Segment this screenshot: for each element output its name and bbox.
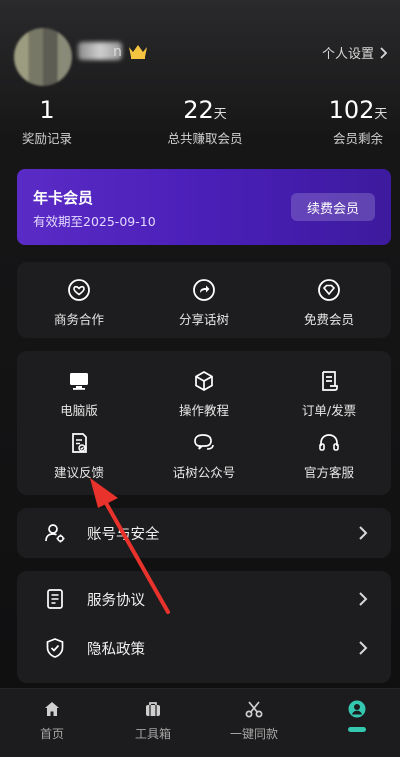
chevron-right-icon [359,641,368,655]
stat-earned[interactable]: 22天 总共赚取会员 [150,96,260,147]
membership-card[interactable]: 年卡会员 有效期至2025-09-10 续费会员 [17,169,391,245]
stat-value: 102 [328,96,375,124]
home-icon [45,702,59,716]
scissors-icon [245,701,263,718]
user-settings-icon [45,524,65,543]
document-icon [47,589,63,609]
free-membership-item[interactable]: 免费会员 [267,278,391,328]
quick-action-label: 分享话树 [178,312,229,327]
cube-icon [195,371,213,391]
stat-label: 会员剩余 [332,131,383,146]
tool-label: 建议反馈 [53,465,104,480]
service-agreement-row[interactable]: 服务协议 [17,577,391,621]
shield-check-icon [46,638,64,658]
stat-label: 奖励记录 [21,131,72,146]
tutorial-item[interactable]: 操作教程 [142,369,266,419]
stat-value: 22 [183,96,214,124]
orders-invoice-item[interactable]: 订单/发票 [267,369,391,419]
quick-action-label: 免费会员 [303,312,354,327]
chevron-right-icon [380,46,388,59]
quick-actions-panel: 商务合作 分享话树 免费会员 [17,262,391,338]
account-panel: 账号与安全 [17,508,391,558]
tool-label: 订单/发票 [301,403,357,418]
receipt-icon [322,371,338,391]
avatar[interactable] [14,28,72,86]
feedback-item[interactable]: 建议反馈 [17,431,141,481]
headset-icon [319,434,339,451]
tools-panel: 电脑版 操作教程 订单/发票 建议反馈 话树公众号 官方客服 [17,351,391,495]
settings-link[interactable]: 个人设置 [322,43,388,62]
stats-row: 1 奖励记录 22天 总共赚取会员 102天 会员剩余 [0,96,400,156]
policy-panel: 服务协议 隐私政策 [17,571,391,683]
handshake-icon [68,279,90,301]
stat-label: 总共赚取会员 [167,131,243,146]
crown-icon [129,45,147,59]
quick-action-label: 商务合作 [53,312,104,327]
feedback-icon [72,433,87,453]
stat-remaining[interactable]: 102天 会员剩余 [320,96,396,147]
bottom-tab-bar: 首页 工具箱 一键同款 [0,688,400,757]
renew-button[interactable]: 续费会员 [291,193,375,221]
row-label: 服务协议 [87,592,145,609]
nickname-suffix: n [113,44,122,60]
membership-expiry: 有效期至2025-09-10 [33,214,156,229]
stat-rewards[interactable]: 1 奖励记录 [14,96,80,147]
tab-profile[interactable] [307,699,400,732]
tool-label: 话树公众号 [172,465,236,480]
row-label: 账号与安全 [87,526,160,543]
row-label: 隐私政策 [87,641,145,658]
toolbox-icon [146,702,160,716]
stat-unit: 天 [374,107,388,122]
share-app-item[interactable]: 分享话树 [142,278,266,328]
active-tab-indicator [348,727,366,732]
profile-icon [348,700,366,718]
tab-toolbox[interactable]: 工具箱 [103,699,203,742]
tool-label: 操作教程 [178,403,229,418]
desktop-version-item[interactable]: 电脑版 [17,369,141,419]
tab-label: 一键同款 [229,727,278,741]
chevron-right-icon [359,526,368,540]
business-cooperation-item[interactable]: 商务合作 [17,278,141,328]
tool-label: 官方客服 [303,465,354,480]
tab-label: 工具箱 [134,727,171,741]
account-security-row[interactable]: 账号与安全 [17,511,391,555]
membership-title: 年卡会员 [33,189,94,207]
tab-home[interactable]: 首页 [2,699,102,742]
share-icon [193,279,215,301]
settings-label: 个人设置 [321,47,374,62]
stat-unit: 天 [213,107,227,122]
privacy-policy-row[interactable]: 隐私政策 [17,626,391,670]
tool-label: 电脑版 [60,403,98,418]
chat-bubble-icon [194,434,214,450]
chevron-right-icon [359,592,368,606]
profile-header: n 个人设置 [0,0,400,90]
tab-label: 首页 [39,727,64,741]
customer-service-item[interactable]: 官方客服 [267,431,391,481]
diamond-icon [318,279,340,301]
stat-value: 1 [39,96,55,124]
tab-one-click-copy[interactable]: 一键同款 [204,699,304,742]
monitor-icon [70,373,88,390]
official-account-item[interactable]: 话树公众号 [142,431,266,481]
